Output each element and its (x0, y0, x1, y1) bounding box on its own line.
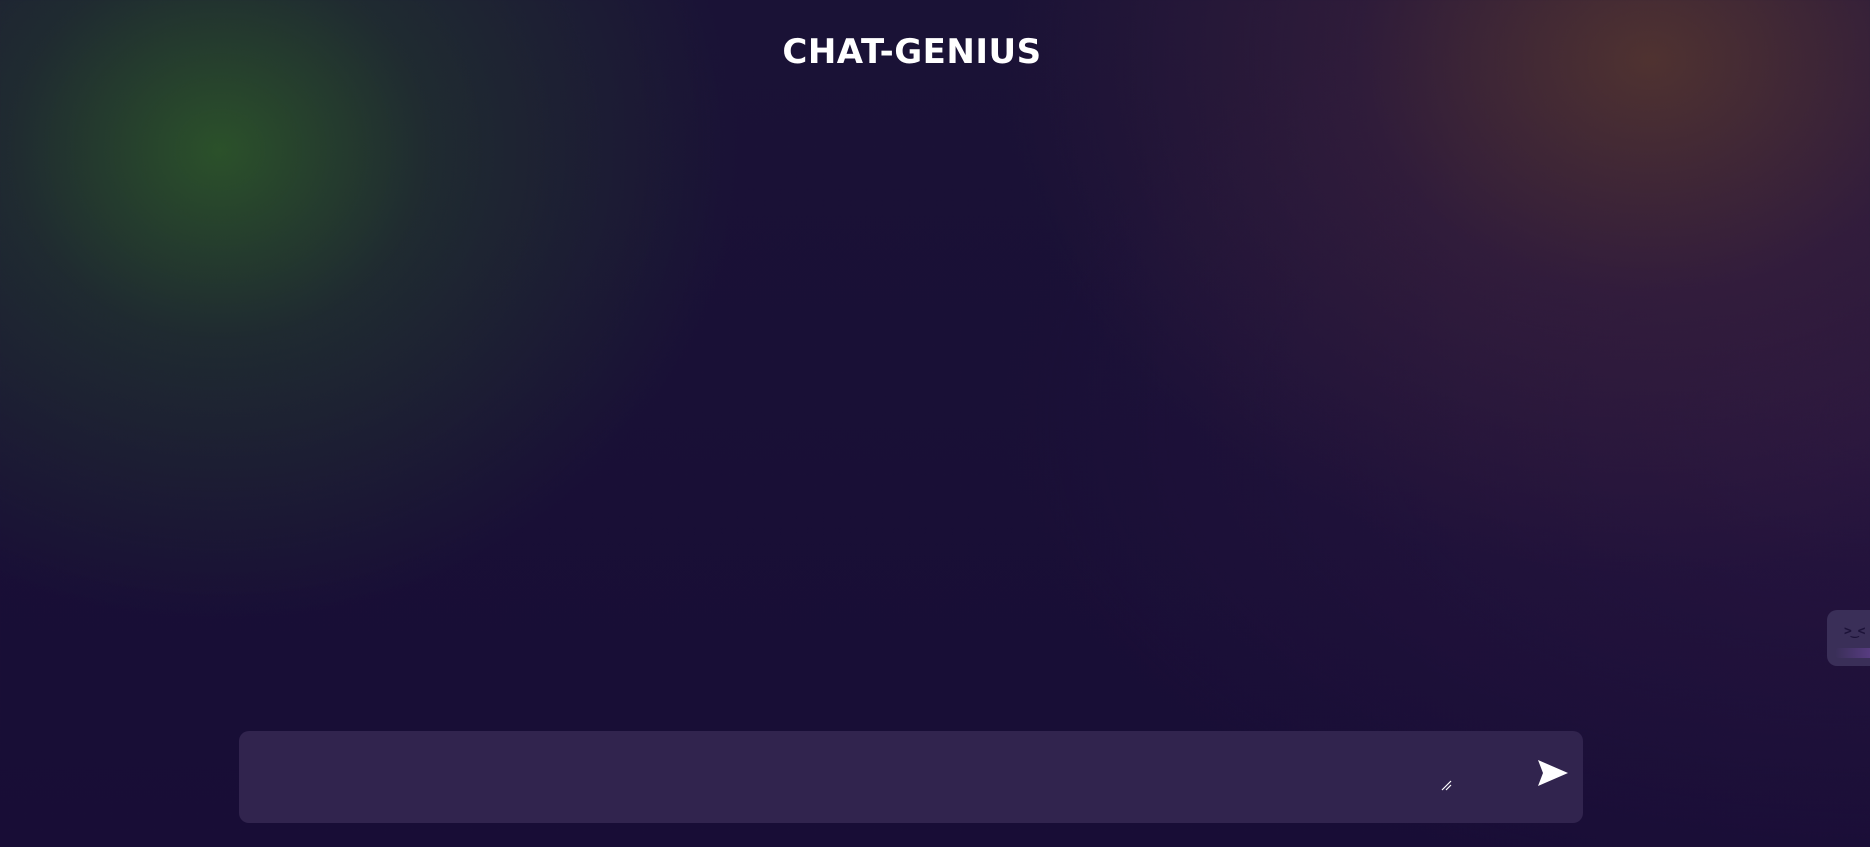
send-icon (1538, 760, 1568, 786)
widget-glow (1835, 648, 1870, 658)
send-button[interactable] (1532, 753, 1572, 793)
message-input[interactable] (239, 731, 1459, 823)
resize-handle-icon[interactable] (1440, 779, 1452, 791)
widget-face-icon: >‿< (1844, 624, 1866, 639)
message-composer (239, 731, 1583, 823)
app-title: CHAT-GENIUS (782, 32, 1042, 72)
side-widget-button[interactable]: >‿< (1827, 610, 1870, 666)
